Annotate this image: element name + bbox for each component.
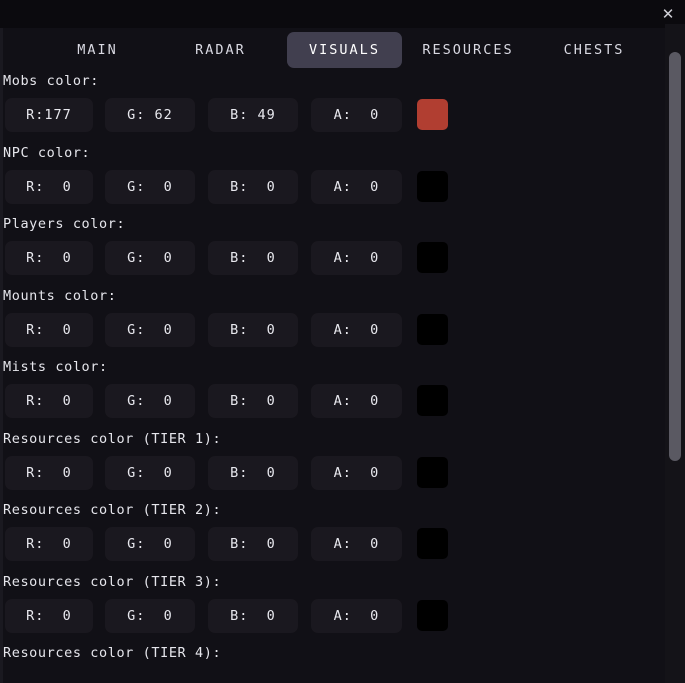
tab-chests[interactable]: CHESTS <box>534 32 654 68</box>
tab-radar[interactable]: RADAR <box>163 32 278 68</box>
scrollbar-thumb[interactable] <box>669 52 681 461</box>
red-channel-input[interactable]: R: 0 <box>5 527 93 561</box>
visuals-settings-list: Mobs color: R:177 G: 62 B: 49 A: 0 NPC color:… <box>0 72 660 683</box>
blue-channel-input[interactable]: B: 0 <box>208 169 298 204</box>
color-group-label: Resources color (TIER 3): <box>3 573 222 590</box>
alpha-channel-input[interactable]: A: 0 <box>311 598 402 633</box>
alpha-channel-input[interactable]: A: 0 <box>311 312 402 347</box>
blue-channel-input[interactable]: B: 0 <box>208 241 298 275</box>
red-channel-input[interactable]: R: 0 <box>5 312 93 347</box>
blue-channel-input[interactable]: B: 0 <box>208 455 298 490</box>
alpha-channel-input[interactable]: A: 0 <box>311 384 402 418</box>
red-channel-input[interactable]: R: 0 <box>5 455 93 490</box>
color-swatch[interactable] <box>417 385 448 416</box>
tab-main[interactable]: MAIN <box>40 32 155 68</box>
blue-channel-input[interactable]: B: 0 <box>208 598 298 633</box>
red-channel-input[interactable]: R:177 <box>5 98 93 132</box>
color-group-label: Mobs color: <box>3 73 100 89</box>
tab-bar: MAIN RADAR VISUALS RESOURCES CHESTS <box>0 28 660 72</box>
color-group-label: Mounts color: <box>3 287 117 304</box>
color-swatch[interactable] <box>417 528 448 559</box>
color-group: Resources color (TIER 2): R: 0 G: 0 B: 0 A: … <box>0 501 660 573</box>
green-channel-input[interactable]: G: 0 <box>105 312 195 347</box>
blue-channel-input[interactable]: B: 0 <box>208 312 298 347</box>
alpha-channel-input[interactable]: A: 0 <box>311 241 402 275</box>
color-group: Resources color (TIER 4): <box>0 644 660 683</box>
color-group-label: Mists color: <box>3 359 108 375</box>
blue-channel-input[interactable]: B: 49 <box>208 98 298 132</box>
alpha-channel-input[interactable]: A: 0 <box>311 169 402 204</box>
red-channel-input[interactable]: R: 0 <box>5 241 93 275</box>
color-group: Mobs color: R:177 G: 62 B: 49 A: 0 <box>0 72 660 144</box>
color-group-label: Resources color (TIER 1): <box>3 430 222 447</box>
color-swatch[interactable] <box>417 456 448 488</box>
color-group: Mounts color: R: 0 G: 0 B: 0 A: 0 <box>0 287 660 359</box>
color-group-label: Resources color (TIER 4): <box>3 645 222 661</box>
color-swatch[interactable] <box>417 170 448 202</box>
color-swatch[interactable] <box>417 599 448 631</box>
tab-resources[interactable]: RESOURCES <box>403 32 533 68</box>
alpha-channel-input[interactable]: A: 0 <box>311 527 402 561</box>
settings-window: ✕ MAIN RADAR VISUALS RESOURCES CHESTS Mobs c… <box>0 0 685 683</box>
tab-visuals[interactable]: VISUALS <box>287 32 402 68</box>
close-icon[interactable]: ✕ <box>657 3 679 25</box>
green-channel-input[interactable]: G: 0 <box>105 527 195 561</box>
color-group: Mists color: R: 0 G: 0 B: 0 A: 0 <box>0 358 660 430</box>
green-channel-input[interactable]: G: 0 <box>105 598 195 633</box>
color-swatch[interactable] <box>417 313 448 345</box>
green-channel-input[interactable]: G: 0 <box>105 169 195 204</box>
green-channel-input[interactable]: G: 62 <box>105 98 195 132</box>
red-channel-input[interactable]: R: 0 <box>5 169 93 204</box>
green-channel-input[interactable]: G: 0 <box>105 384 195 418</box>
color-group: Resources color (TIER 3): R: 0 G: 0 B: 0 A: … <box>0 573 660 645</box>
green-channel-input[interactable]: G: 0 <box>105 455 195 490</box>
green-channel-input[interactable]: G: 0 <box>105 241 195 275</box>
blue-channel-input[interactable]: B: 0 <box>208 384 298 418</box>
color-group-label: Resources color (TIER 2): <box>3 502 222 518</box>
window-titlebar: ✕ <box>0 0 685 28</box>
alpha-channel-input[interactable]: A: 0 <box>311 455 402 490</box>
color-group: Players color: R: 0 G: 0 B: 0 A: 0 <box>0 215 660 287</box>
color-group-label: Players color: <box>3 216 126 232</box>
blue-channel-input[interactable]: B: 0 <box>208 527 298 561</box>
color-group: NPC color: R: 0 G: 0 B: 0 A: 0 <box>0 144 660 216</box>
red-channel-input[interactable]: R: 0 <box>5 384 93 418</box>
color-group: Resources color (TIER 1): R: 0 G: 0 B: 0 A: … <box>0 430 660 502</box>
color-swatch[interactable] <box>417 99 448 130</box>
color-swatch[interactable] <box>417 242 448 273</box>
scrollbar-track[interactable] <box>665 24 685 683</box>
color-group-label: NPC color: <box>3 144 91 161</box>
red-channel-input[interactable]: R: 0 <box>5 598 93 633</box>
alpha-channel-input[interactable]: A: 0 <box>311 98 402 132</box>
